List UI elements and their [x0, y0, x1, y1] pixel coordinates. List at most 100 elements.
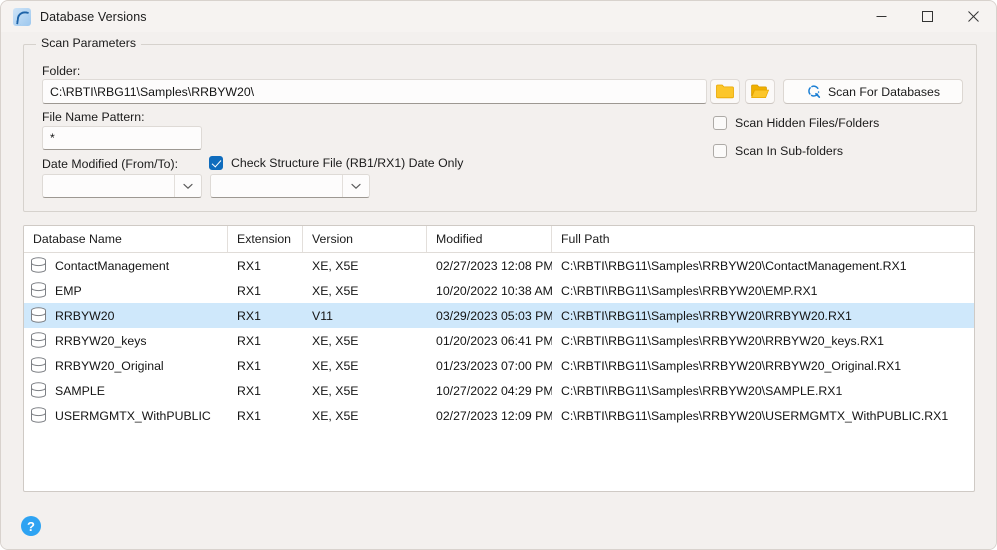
database-list-panel[interactable]: Database Name Extension Version Modified Ful…	[23, 225, 975, 492]
file-name-pattern-input[interactable]	[42, 126, 202, 150]
database-icon	[31, 356, 46, 373]
cell-extension: RX1	[237, 308, 261, 323]
database-list-header: Database Name Extension Version Modified Ful…	[24, 226, 974, 253]
database-name-text: RRBYW20	[55, 308, 115, 323]
cell-version: XE, X5E	[312, 408, 359, 423]
app-icon	[13, 7, 31, 26]
window-controls	[858, 1, 996, 32]
table-row[interactable]: USERMGMTX_WithPUBLIC RX1 XE, X5E 02/27/2023…	[24, 403, 974, 428]
minimize-button[interactable]	[858, 1, 904, 32]
file-name-pattern-label: File Name Pattern:	[42, 110, 145, 124]
cell-version: V11	[312, 308, 333, 323]
cell-path: C:\RBTI\RBG11\Samples\RRBYW20\USERMGMTX_…	[561, 408, 949, 423]
database-icon	[31, 281, 46, 298]
cell-modified: 02/27/2023 12:08 PM	[436, 258, 552, 273]
folder-label: Folder:	[42, 64, 81, 78]
database-name-text: ContactManagement	[55, 258, 170, 273]
scan-hidden-files-checkbox[interactable]	[713, 116, 727, 130]
window-title: Database Versions	[40, 9, 147, 24]
cell-modified: 10/20/2022 10:38 AM	[436, 283, 552, 298]
database-icon	[31, 406, 46, 423]
database-name-text: SAMPLE	[55, 383, 105, 398]
database-name-text: EMP	[55, 283, 82, 298]
cell-name: RRBYW20_Original	[24, 356, 228, 375]
cell-path: C:\RBTI\RBG11\Samples\RRBYW20\RRBYW20_Or…	[561, 358, 902, 373]
date-from-combo[interactable]	[42, 174, 202, 198]
table-row[interactable]: EMP RX1 XE, X5E 10/20/2022 10:38 AM C:\RBTI\…	[24, 278, 974, 303]
scan-subfolders-checkbox-row[interactable]: Scan In Sub-folders	[713, 144, 843, 158]
cell-modified: 10/27/2022 04:29 PM	[436, 383, 552, 398]
check-structure-file-checkbox-row[interactable]: Check Structure File (RB1/RX1) Date Only	[209, 156, 463, 170]
date-modified-label: Date Modified (From/To):	[42, 157, 178, 171]
cell-modified: 01/23/2023 07:00 PM	[436, 358, 552, 373]
database-name-text: USERMGMTX_WithPUBLIC	[55, 408, 211, 423]
cell-version: XE, X5E	[312, 333, 359, 348]
maximize-button[interactable]	[904, 1, 950, 32]
scan-subfolders-checkbox[interactable]	[713, 144, 727, 158]
scan-hidden-files-checkbox-row[interactable]: Scan Hidden Files/Folders	[713, 116, 879, 130]
cell-path: C:\RBTI\RBG11\Samples\RRBYW20\EMP.RX1	[561, 283, 818, 298]
chevron-down-icon[interactable]	[174, 175, 201, 197]
cell-path: C:\RBTI\RBG11\Samples\RRBYW20\RRBYW20.RX…	[561, 308, 852, 323]
cell-extension: RX1	[237, 283, 261, 298]
cell-name: SAMPLE	[24, 381, 228, 400]
cell-modified: 01/20/2023 06:41 PM	[436, 333, 552, 348]
table-row[interactable]: RRBYW20_keys RX1 XE, X5E 01/20/2023 06:41 P…	[24, 328, 974, 353]
database-name-text: RRBYW20_keys	[55, 333, 147, 348]
footer-bar: ? Set As Current Folder Open File Locati…	[1, 505, 996, 549]
close-window-button[interactable]	[950, 1, 996, 32]
column-header-database-name[interactable]: Database Name	[24, 226, 228, 252]
folder-closed-icon	[716, 84, 734, 99]
cell-extension: RX1	[237, 383, 261, 398]
column-header-extension[interactable]: Extension	[228, 226, 303, 252]
title-bar: Database Versions	[1, 1, 996, 32]
date-to-combo[interactable]	[210, 174, 370, 198]
table-row[interactable]: RRBYW20_Original RX1 XE, X5E 01/23/2023 07:…	[24, 353, 974, 378]
help-icon[interactable]: ?	[21, 516, 41, 536]
scan-subfolders-label: Scan In Sub-folders	[735, 144, 844, 158]
cell-path: C:\RBTI\RBG11\Samples\RRBYW20\ContactMan…	[561, 258, 907, 273]
scan-for-databases-button[interactable]: Scan For Databases	[783, 79, 963, 104]
database-list-body: ContactManagement RX1 XE, X5E 02/27/2023 12…	[24, 253, 974, 428]
folder-open-icon	[751, 84, 769, 98]
column-header-version[interactable]: Version	[303, 226, 427, 252]
cell-extension: RX1	[237, 258, 261, 273]
cell-name: RRBYW20_keys	[24, 331, 228, 350]
column-header-full-path[interactable]: Full Path	[552, 226, 974, 252]
cell-modified: 02/27/2023 12:09 PM	[436, 408, 552, 423]
cell-name: ContactManagement	[24, 256, 228, 275]
cell-path: C:\RBTI\RBG11\Samples\RRBYW20\SAMPLE.RX1	[561, 383, 843, 398]
chevron-down-icon[interactable]	[342, 175, 369, 197]
cell-name: EMP	[24, 281, 228, 300]
scan-for-databases-label: Scan For Databases	[827, 84, 941, 99]
cell-version: XE, X5E	[312, 358, 359, 373]
scan-refresh-icon	[808, 85, 821, 98]
table-row[interactable]: RRBYW20 RX1 V11 03/29/2023 05:03 PM C:\RBTI\…	[24, 303, 974, 328]
cell-extension: RX1	[237, 358, 261, 373]
scan-parameters-title: Scan Parameters	[36, 36, 142, 50]
table-row[interactable]: ContactManagement RX1 XE, X5E 02/27/2023 12…	[24, 253, 974, 278]
cell-version: XE, X5E	[312, 283, 359, 298]
cell-name: USERMGMTX_WithPUBLIC	[24, 406, 228, 425]
database-icon	[31, 256, 46, 273]
table-row[interactable]: SAMPLE RX1 XE, X5E 10/27/2022 04:29 PM C:\RB…	[24, 378, 974, 403]
check-structure-file-checkbox[interactable]	[209, 156, 223, 170]
database-icon	[31, 306, 46, 323]
check-structure-file-label: Check Structure File (RB1/RX1) Date Only	[231, 156, 464, 170]
database-name-text: RRBYW20_Original	[55, 358, 164, 373]
database-icon	[31, 331, 46, 348]
database-icon	[31, 381, 46, 398]
folder-input[interactable]	[42, 79, 707, 104]
browse-folder-button[interactable]	[710, 79, 740, 104]
cell-version: XE, X5E	[312, 258, 359, 273]
cell-path: C:\RBTI\RBG11\Samples\RRBYW20\RRBYW20_ke…	[561, 333, 885, 348]
cell-modified: 03/29/2023 05:03 PM	[436, 308, 552, 323]
column-header-modified[interactable]: Modified	[427, 226, 552, 252]
open-folder-button[interactable]	[745, 79, 775, 104]
cell-version: XE, X5E	[312, 383, 359, 398]
scan-hidden-files-label: Scan Hidden Files/Folders	[735, 116, 880, 130]
cell-extension: RX1	[237, 408, 261, 423]
cell-extension: RX1	[237, 333, 261, 348]
cell-name: RRBYW20	[24, 306, 228, 325]
database-versions-window: Database Versions Scan Parameters Folder…	[0, 0, 997, 550]
